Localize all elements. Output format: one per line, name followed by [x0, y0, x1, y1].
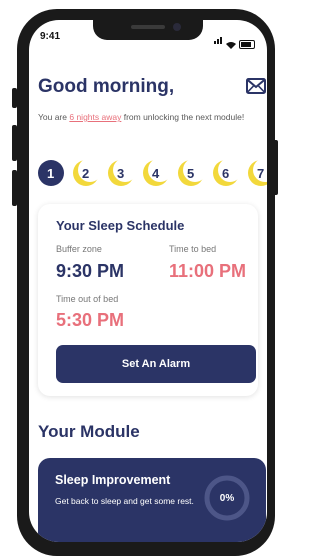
- mail-icon[interactable]: [246, 78, 266, 94]
- step-number: 4: [152, 166, 160, 181]
- greeting-title: Good morning,: [38, 76, 175, 97]
- schedule-title: Your Sleep Schedule: [56, 218, 185, 233]
- speaker-grille: [131, 25, 165, 29]
- step-number: 3: [117, 166, 125, 181]
- mute-switch: [12, 88, 17, 108]
- front-camera: [173, 23, 181, 31]
- app-screen: 9:41 Good morning, You are 6 nights away…: [29, 20, 267, 542]
- step-1[interactable]: 1: [38, 160, 69, 186]
- step-4[interactable]: 4: [143, 158, 174, 186]
- buffer-zone-value: 9:30 PM: [56, 261, 125, 281]
- out-of-bed-label: Time out of bed: [56, 294, 119, 304]
- progress-suffix: from unlocking the next module!: [121, 112, 245, 122]
- volume-up-button: [12, 125, 17, 161]
- power-button: [273, 140, 278, 195]
- buffer-zone-label: Buffer zone: [56, 244, 102, 254]
- set-alarm-button[interactable]: Set An Alarm: [56, 345, 256, 383]
- sleep-schedule-card: Your Sleep Schedule Buffer zone 9:30 PM …: [38, 204, 258, 396]
- signal-icon: [214, 31, 223, 49]
- step-number: 6: [222, 166, 230, 181]
- volume-down-button: [12, 170, 17, 206]
- step-number: 5: [187, 166, 195, 181]
- wifi-icon: [226, 42, 236, 49]
- out-of-bed-value: 5:30 PM: [56, 310, 125, 330]
- progress-message: You are 6 nights away from unlocking the…: [38, 112, 266, 123]
- module-title: Sleep Improvement: [55, 473, 171, 487]
- step-number: 1: [47, 166, 55, 181]
- status-icons: [214, 31, 255, 49]
- status-time: 9:41: [40, 31, 61, 42]
- module-progress-text: 0%: [219, 492, 235, 504]
- module-card[interactable]: Sleep Improvement Get back to sleep and …: [38, 458, 266, 542]
- step-3[interactable]: 3: [108, 158, 139, 186]
- step-6[interactable]: 6: [213, 158, 244, 186]
- module-section-title: Your Module: [38, 422, 140, 441]
- step-5[interactable]: 5: [178, 158, 209, 186]
- step-2[interactable]: 2: [73, 158, 104, 186]
- night-steps: 1 2 3 4 5 6 7: [38, 158, 267, 186]
- step-number: 2: [82, 166, 90, 181]
- bed-time-label: Time to bed: [169, 244, 217, 254]
- notch: [93, 20, 203, 40]
- step-7[interactable]: 7: [248, 158, 267, 186]
- battery-icon: [239, 40, 255, 49]
- progress-prefix: You are: [38, 112, 70, 122]
- nights-away-link[interactable]: 6 nights away: [69, 112, 121, 122]
- module-description: Get back to sleep and get some rest.: [55, 496, 194, 506]
- bed-time-value: 11:00 PM: [169, 261, 247, 281]
- step-number: 7: [257, 166, 265, 181]
